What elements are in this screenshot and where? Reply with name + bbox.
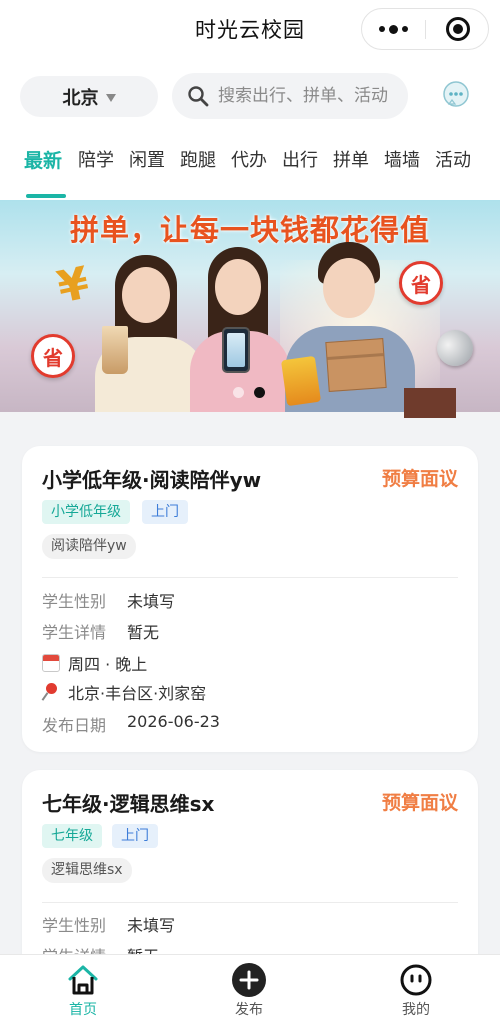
tab-wall[interactable]: 墙墙 (384, 146, 420, 174)
city-label: 北京 (62, 87, 99, 109)
tab-study-companion[interactable]: 陪学 (78, 146, 114, 174)
schedule-text: 周四 · 晚上 (68, 655, 148, 674)
tab-group-buy[interactable]: 拼单 (333, 146, 369, 174)
milk-tea-cup (102, 326, 128, 374)
subject-chip: 逻辑思维sx (42, 858, 132, 883)
nav-home[interactable]: 首页 (23, 955, 143, 1024)
grade-tag: 小学低年级 (42, 500, 130, 524)
carousel-dot[interactable] (233, 387, 244, 398)
bottom-tab-bar: 首页 发布 我的 (0, 954, 500, 1024)
subject-chip: 阅读陪伴yw (42, 534, 136, 559)
active-tab-indicator (26, 194, 66, 198)
gender-value: 未填写 (127, 916, 176, 935)
plus-circle-icon (232, 963, 266, 997)
search-bar[interactable] (172, 73, 408, 119)
nav-profile-label: 我的 (402, 1002, 430, 1018)
schedule-row: 周四 · 晚上 (42, 651, 147, 675)
parcel-box (325, 338, 387, 392)
grade-tag: 七年级 (42, 824, 102, 848)
title-bar: 时光云校园 (0, 0, 500, 60)
profile-face-icon (400, 964, 432, 996)
carousel-indicator (233, 387, 273, 399)
gender-label: 学生性别 (42, 916, 107, 935)
card-divider (42, 902, 458, 903)
budget-label: 预算面议 (381, 468, 458, 490)
city-selector[interactable]: 北京 (20, 76, 158, 117)
service-mode-tag: 上门 (112, 824, 158, 848)
phone-illustration (222, 327, 250, 373)
nav-profile[interactable]: 我的 (356, 955, 476, 1024)
more-menu-icon[interactable] (362, 9, 425, 49)
nav-publish[interactable]: 发布 (189, 955, 309, 1024)
detail-label: 学生详情 (42, 623, 107, 642)
publish-date-value: 2026-06-23 (127, 712, 220, 731)
publish-date-label: 发布日期 (42, 716, 107, 735)
top-header-area: 时光云校园 北京 最新 陪学 闲置 跑腿 代办 出行 拼单 (0, 0, 500, 200)
location-row: 北京·丰台区·刘家窑 (42, 680, 206, 704)
message-bubble-icon[interactable] (441, 80, 471, 110)
location-text: 北京·丰台区·刘家窑 (68, 684, 207, 703)
nav-home-label: 首页 (69, 1002, 97, 1018)
tab-latest[interactable]: 最新 (24, 146, 62, 174)
calendar-icon (42, 654, 60, 672)
caret-down-icon (105, 93, 116, 102)
tab-activities[interactable]: 活动 (435, 146, 471, 174)
search-input[interactable] (218, 73, 408, 119)
mini-program-capsule (361, 8, 489, 50)
carousel-dot-active[interactable] (254, 387, 265, 398)
snack-bag (280, 355, 322, 407)
save-badge-icon: 省 (31, 334, 75, 378)
close-mini-program-icon[interactable] (446, 17, 470, 41)
gender-value: 未填写 (127, 592, 176, 611)
card-divider (42, 577, 458, 578)
tab-second-hand[interactable]: 闲置 (129, 146, 165, 174)
tab-agency[interactable]: 代办 (231, 146, 267, 174)
listing-title: 七年级·逻辑思维sx (42, 792, 215, 816)
listing-title: 小学低年级·阅读陪伴yw (42, 468, 262, 492)
gift-box (404, 388, 456, 418)
tab-errands[interactable]: 跑腿 (180, 146, 216, 174)
category-tabs: 最新 陪学 闲置 跑腿 代办 出行 拼单 墙墙 活动 (0, 140, 500, 200)
budget-label: 预算面议 (381, 792, 458, 814)
home-icon (68, 965, 98, 995)
gender-label: 学生性别 (42, 592, 107, 611)
listing-card[interactable]: 小学低年级·阅读陪伴yw 预算面议 小学低年级 上门 阅读陪伴yw 学生性别 未… (22, 446, 478, 752)
capsule-divider (425, 20, 426, 39)
nav-publish-label: 发布 (235, 1002, 263, 1018)
service-mode-tag: 上门 (142, 500, 188, 524)
banner-headline: 拼单，让每一块钱都花得值 (69, 213, 430, 247)
detail-value: 暂无 (127, 623, 160, 642)
search-icon (188, 86, 209, 107)
tab-travel[interactable]: 出行 (282, 146, 318, 174)
map-pin-icon (42, 682, 60, 702)
